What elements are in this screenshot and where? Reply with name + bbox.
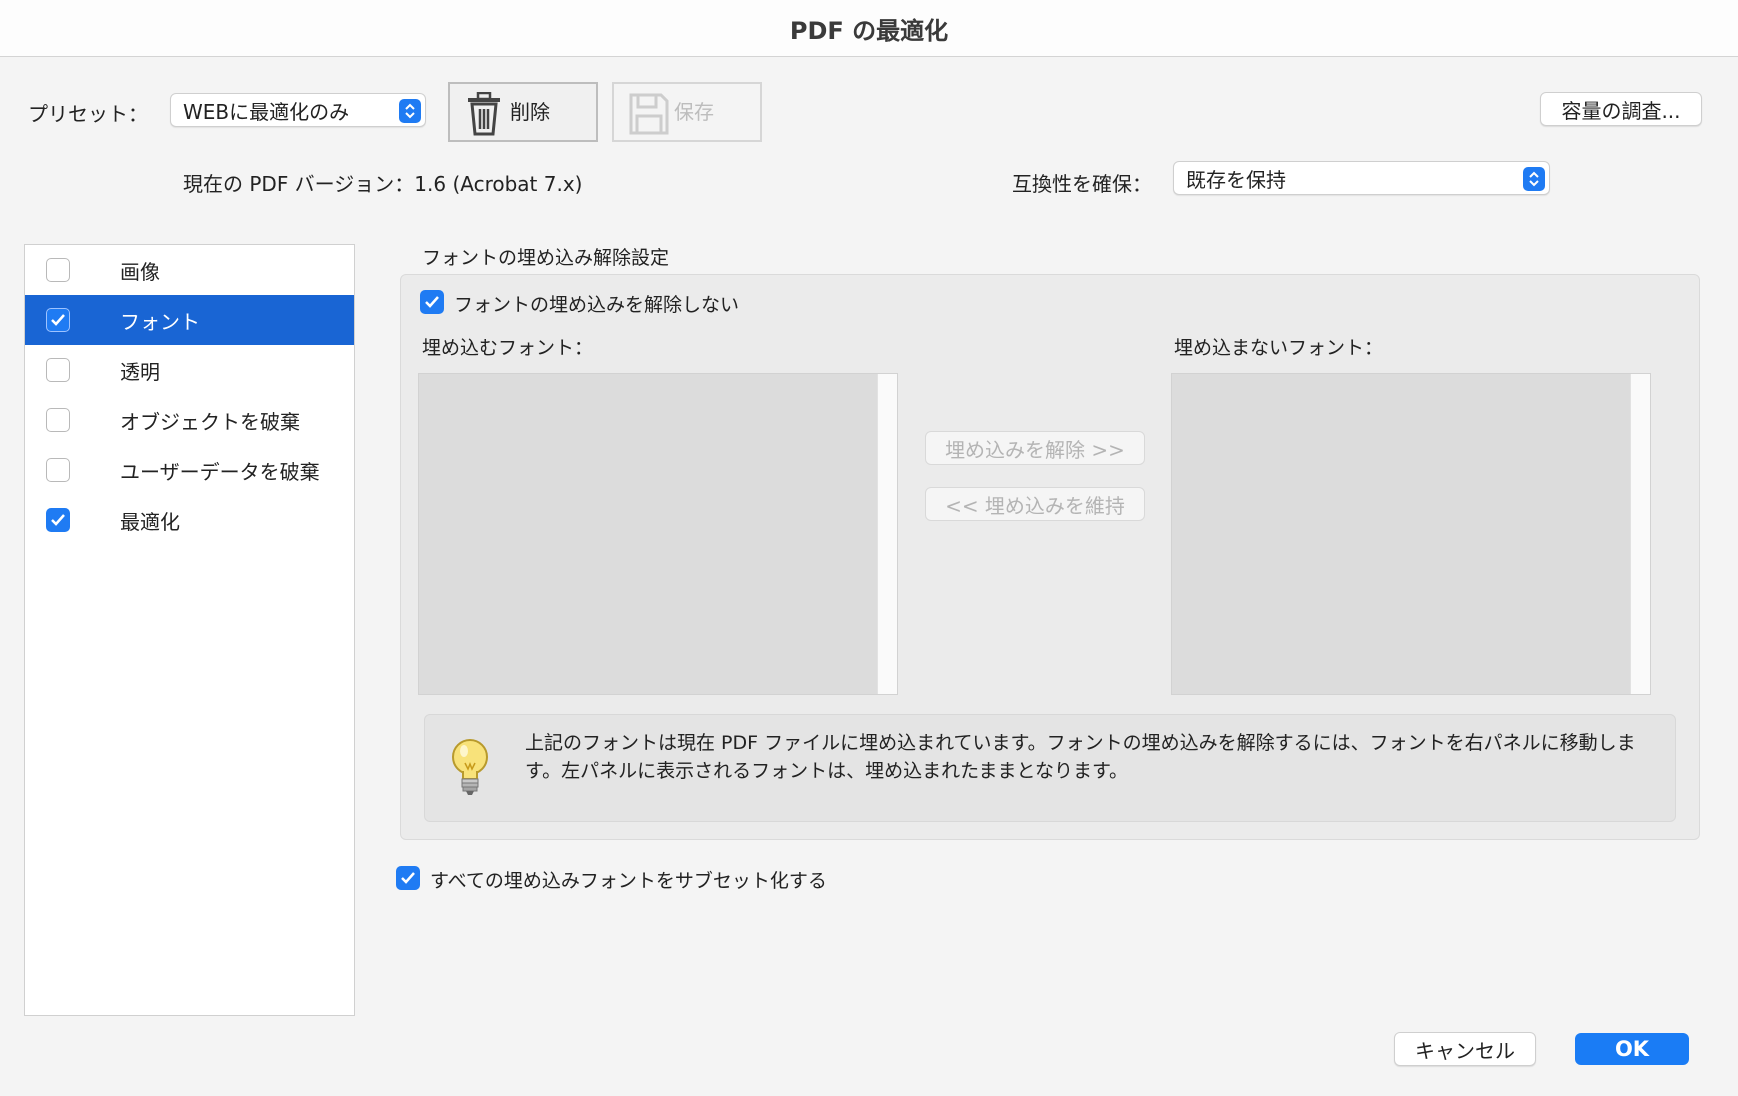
compat-label: 互換性を確保：	[1012, 172, 1152, 196]
sidebar-item-clean-up[interactable]: 最適化	[25, 495, 354, 545]
save-disk-icon	[628, 92, 670, 141]
sidebar-item-transparency[interactable]: 透明	[25, 345, 354, 395]
unembedded-fonts-list[interactable]	[1171, 373, 1651, 695]
save-label: 保存	[674, 100, 714, 124]
select-stepper-icon	[1523, 167, 1545, 191]
checkmark-icon	[51, 514, 65, 526]
current-version-label: 現在の PDF バージョン：1.6 (Acrobat 7.x)	[183, 172, 583, 196]
sidebar-item-images[interactable]: 画像	[25, 245, 354, 295]
sidebar-item-label: オブジェクトを破棄	[120, 409, 300, 434]
no-unembed-checkbox[interactable]	[420, 290, 444, 314]
preset-label: プリセット：	[28, 102, 148, 126]
embedded-list-scrollbar[interactable]	[877, 374, 897, 694]
embedded-fonts-list[interactable]	[418, 373, 898, 695]
sidebar-item-label: フォント	[120, 309, 200, 334]
ok-button[interactable]: OK	[1575, 1033, 1689, 1065]
window-title: PDF の最適化	[0, 0, 1738, 57]
no-unembed-label: フォントの埋め込みを解除しない	[454, 294, 740, 316]
checkmark-icon	[425, 296, 439, 308]
trash-icon	[464, 91, 504, 141]
delete-label: 削除	[510, 100, 550, 124]
sidebar-item-label: 透明	[120, 359, 160, 384]
sidebar-checkbox[interactable]	[46, 258, 70, 282]
audit-space-button[interactable]: 容量の調査...	[1540, 92, 1702, 126]
sidebar-item-label: 画像	[120, 259, 160, 284]
unembedded-fonts-header: 埋め込まないフォント：	[1174, 337, 1384, 359]
sidebar-checkbox[interactable]	[46, 508, 70, 532]
unembedded-list-scrollbar[interactable]	[1630, 374, 1650, 694]
sidebar-item-label: ユーザーデータを破棄	[120, 459, 320, 484]
sidebar-item-discard-user-data[interactable]: ユーザーデータを破棄	[25, 445, 354, 495]
select-stepper-icon	[399, 99, 421, 123]
compat-select[interactable]: 既存を保持	[1173, 161, 1550, 195]
sidebar-item-label: 最適化	[120, 509, 180, 534]
subset-fonts-checkbox[interactable]	[396, 866, 420, 890]
category-sidebar: 画像 フォント 透明 オブジェクトを破棄 ユーザーデータを破棄 最適化	[24, 244, 355, 1016]
section-title: フォントの埋め込み解除設定	[422, 247, 670, 269]
keep-embedded-button[interactable]: << 埋め込みを維持	[925, 487, 1145, 521]
sidebar-item-discard-objects[interactable]: オブジェクトを破棄	[25, 395, 354, 445]
cancel-label: キャンセル	[1415, 1038, 1515, 1063]
sidebar-item-fonts[interactable]: フォント	[25, 295, 354, 345]
sidebar-checkbox[interactable]	[46, 458, 70, 482]
preset-value: WEBに最適化のみ	[183, 99, 350, 124]
cancel-button[interactable]: キャンセル	[1394, 1032, 1536, 1066]
embedded-fonts-header: 埋め込むフォント：	[422, 337, 594, 359]
save-preset-button[interactable]: 保存	[612, 82, 762, 142]
checkmark-icon	[51, 314, 65, 326]
preset-select[interactable]: WEBに最適化のみ	[170, 93, 426, 127]
compat-value: 既存を保持	[1186, 167, 1286, 192]
checkmark-icon	[401, 872, 415, 884]
audit-space-label: 容量の調査...	[1561, 98, 1681, 123]
subset-fonts-label: すべての埋め込みフォントをサブセット化する	[430, 870, 827, 892]
info-text: 上記のフォントは現在 PDF ファイルに埋め込まれています。フォントの埋め込みを…	[525, 732, 1636, 782]
sidebar-checkbox[interactable]	[46, 308, 70, 332]
sidebar-checkbox[interactable]	[46, 358, 70, 382]
delete-preset-button[interactable]: 削除	[448, 82, 598, 142]
unembed-button[interactable]: 埋め込みを解除 >>	[925, 431, 1145, 465]
info-panel: 上記のフォントは現在 PDF ファイルに埋め込まれています。フォントの埋め込みを…	[424, 714, 1676, 822]
lightbulb-icon	[449, 737, 491, 803]
sidebar-checkbox[interactable]	[46, 408, 70, 432]
